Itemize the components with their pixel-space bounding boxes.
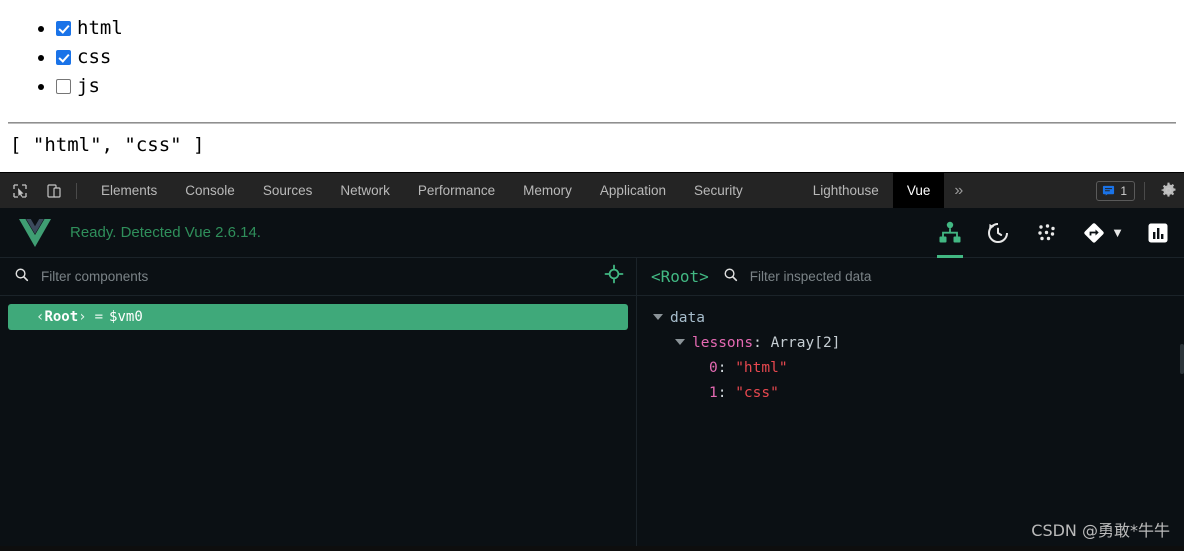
data-section-label: data xyxy=(670,310,705,326)
watermark: CSDN @勇敢*牛牛 xyxy=(1031,521,1170,540)
inspector-filter-input[interactable] xyxy=(749,269,1170,284)
component-instance-ref: $vm0 xyxy=(109,309,143,325)
data-prop-type: Array[2] xyxy=(770,335,841,351)
vue-panel-body: ‹ Root › = $vm0 <Root> xyxy=(0,258,1184,551)
vue-devtools-panel: Ready. Detected Vue 2.6.14. ▼ Filter com… xyxy=(0,208,1184,551)
data-array-item-row[interactable]: 1: "css" xyxy=(649,381,1184,406)
component-tree: ‹ Root › = $vm0 xyxy=(0,296,636,330)
checkbox-label-html: html xyxy=(77,17,123,39)
array-colon-1: : xyxy=(717,385,727,401)
data-prop-row[interactable]: lessons: Array[2] xyxy=(649,331,1184,356)
inspector-pane: <Root> data lessons: Array[2] 0: "h xyxy=(637,258,1184,551)
components-filter-row xyxy=(0,258,636,296)
message-count: 1 xyxy=(1120,183,1127,198)
components-tab-icon[interactable] xyxy=(937,208,964,258)
search-icon xyxy=(723,267,738,287)
list-item: css xyxy=(56,43,1184,72)
list-item: js xyxy=(56,72,1184,101)
target-crosshair-icon[interactable] xyxy=(604,264,624,289)
component-close-angle: › xyxy=(78,309,87,325)
array-value-0: "html" xyxy=(735,360,788,376)
message-icon xyxy=(1103,185,1115,196)
tab-lighthouse[interactable]: Lighthouse xyxy=(799,173,893,209)
tab-network[interactable]: Network xyxy=(326,173,404,209)
devtools-tabbar: Elements Console Sources Network Perform… xyxy=(0,172,1184,209)
console-message-badge[interactable]: 1 xyxy=(1096,180,1135,201)
component-name: Root xyxy=(44,309,79,325)
bottom-edge-strip xyxy=(0,546,1184,551)
tabbar-right-divider xyxy=(1144,181,1145,200)
component-open-angle: ‹ xyxy=(36,309,45,325)
array-index-0: 0 xyxy=(709,360,718,376)
vue-panel-header: Ready. Detected Vue 2.6.14. ▼ xyxy=(0,208,1184,258)
array-index-1: 1 xyxy=(709,385,718,401)
tab-elements[interactable]: Elements xyxy=(87,173,171,209)
inspected-data-tree: data lessons: Array[2] 0: "html" 1: "css… xyxy=(637,296,1184,406)
inspected-component-title: <Root> xyxy=(651,267,709,286)
inspect-element-icon[interactable] xyxy=(6,177,34,205)
data-prop-name: lessons xyxy=(692,335,754,351)
chevron-down-icon[interactable]: ▼ xyxy=(1111,225,1124,240)
chevron-down-icon[interactable] xyxy=(675,339,685,345)
tab-console[interactable]: Console xyxy=(171,173,249,209)
data-section-row[interactable]: data xyxy=(649,306,1184,331)
checkbox-label-css: css xyxy=(77,46,112,68)
tab-memory[interactable]: Memory xyxy=(509,173,586,209)
vue-header-tools: ▼ xyxy=(937,208,1170,258)
tab-overflow-button[interactable]: » xyxy=(944,182,973,200)
gear-icon[interactable] xyxy=(1154,177,1182,205)
search-icon xyxy=(14,267,29,287)
toolbar-divider xyxy=(76,182,77,199)
inspector-scrollbar[interactable] xyxy=(1180,344,1184,374)
checkbox-css[interactable] xyxy=(56,50,71,65)
list-item: html xyxy=(56,14,1184,43)
horizontal-rule xyxy=(8,122,1176,124)
chevron-down-icon[interactable] xyxy=(653,314,663,320)
component-tree-item-root[interactable]: ‹ Root › = $vm0 xyxy=(8,304,628,330)
checkbox-html[interactable] xyxy=(56,21,71,36)
vue-logo xyxy=(18,218,52,248)
timeline-history-icon[interactable] xyxy=(985,208,1011,258)
array-value-1: "css" xyxy=(735,385,779,401)
vuex-dots-icon[interactable] xyxy=(1033,208,1059,258)
vue-status-text: Ready. Detected Vue 2.6.14. xyxy=(70,224,261,241)
array-colon-0: : xyxy=(717,360,727,376)
component-equals: = xyxy=(94,309,104,325)
devtools-tabbar-right: 1 xyxy=(1096,177,1184,205)
tab-performance[interactable]: Performance xyxy=(404,173,509,209)
tab-security[interactable]: Security xyxy=(680,173,757,209)
inspector-header: <Root> xyxy=(637,258,1184,296)
checkbox-label-js: js xyxy=(77,75,100,97)
routing-diamond-icon[interactable]: ▼ xyxy=(1081,208,1124,258)
selected-array-output: [ "html", "css" ] xyxy=(10,134,205,156)
components-pane: ‹ Root › = $vm0 xyxy=(0,258,637,551)
tab-vue[interactable]: Vue xyxy=(892,172,945,209)
browser-page-viewport: html css js [ "html", "css" ] xyxy=(0,0,1184,172)
device-toolbar-icon[interactable] xyxy=(40,177,68,205)
components-filter-input[interactable] xyxy=(41,269,604,284)
performance-chart-icon[interactable] xyxy=(1146,208,1170,258)
checkbox-js[interactable] xyxy=(56,79,71,94)
tab-sources[interactable]: Sources xyxy=(249,173,327,209)
data-prop-colon: : xyxy=(753,335,762,351)
data-array-item-row[interactable]: 0: "html" xyxy=(649,356,1184,381)
lessons-checkbox-list: html css js xyxy=(0,0,1184,101)
tab-application[interactable]: Application xyxy=(586,173,680,209)
